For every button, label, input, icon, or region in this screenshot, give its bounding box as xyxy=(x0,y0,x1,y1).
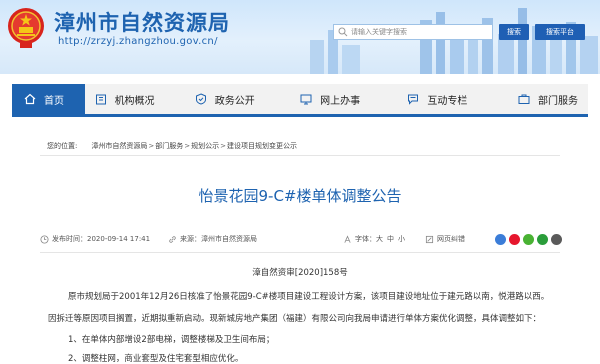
wechat-moments-share-icon[interactable] xyxy=(537,234,548,245)
font-size-small[interactable]: 小 xyxy=(398,234,405,244)
nav-label: 互动专栏 xyxy=(427,95,468,107)
breadcrumb-item[interactable]: 漳州市自然资源局 xyxy=(91,141,147,151)
share-bar xyxy=(492,234,562,245)
nav-item-interaction[interactable]: 互动专栏 xyxy=(397,84,508,114)
meta-divider xyxy=(40,252,560,253)
edit-icon xyxy=(425,235,434,243)
font-size-label: 字体： xyxy=(355,235,376,243)
link-icon xyxy=(169,235,176,243)
publish-time-value: 2020-09-14 17:41 xyxy=(87,235,151,243)
article-paragraph: 1、在单体内部增设2部电梯，调整楼梯及卫生间布局； xyxy=(68,335,275,345)
chat-icon xyxy=(408,94,419,105)
breadcrumb-divider xyxy=(40,155,560,156)
search-platform-button[interactable]: 搜索平台 xyxy=(535,24,585,40)
clock-icon xyxy=(40,234,49,244)
nav-container: 首页 机构概况 政务公开 网上办事 互动专栏 部门服务 xyxy=(0,74,600,128)
home-icon xyxy=(24,93,36,105)
web-correction-label: 网页纠错 xyxy=(437,235,465,243)
font-size-large[interactable]: 大 xyxy=(376,234,383,244)
source-value: 漳州市自然资源局 xyxy=(201,235,257,243)
site-title: 漳州市自然资源局 xyxy=(54,11,230,35)
article-paragraph: 原市规划局于2001年12月26日核准了怡景花园9-C#楼项目建设工程设计方案，… xyxy=(68,292,550,302)
article-paragraph: 2、调整柱网，商业套型及住宅套型相应优化。 xyxy=(68,354,244,364)
main-nav: 首页 机构概况 政务公开 网上办事 互动专栏 部门服务 xyxy=(12,84,588,117)
shield-icon xyxy=(195,93,206,105)
briefcase-icon xyxy=(518,94,530,104)
weibo-share-icon[interactable] xyxy=(509,234,520,245)
font-icon xyxy=(344,234,351,243)
breadcrumb-prefix: 您的位置: xyxy=(47,142,78,150)
breadcrumb-separator: > xyxy=(184,142,191,150)
site-header: 漳州市自然资源局 http://zrzyj.zhangzhou.gov.cn/ … xyxy=(0,0,600,74)
web-correction[interactable]: 网页纠错 xyxy=(425,234,465,244)
nav-item-home[interactable]: 首页 xyxy=(12,84,85,114)
nav-label: 首页 xyxy=(44,95,64,107)
search-icon xyxy=(338,27,348,37)
breadcrumb-item[interactable]: 规划公示 xyxy=(191,141,219,151)
source: 来源： 漳州市自然资源局 xyxy=(168,234,257,244)
breadcrumb-separator: > xyxy=(148,142,155,150)
article-meta: 发布时间： 2020-09-14 17:41 来源： 漳州市自然资源局 字体： … xyxy=(40,234,562,248)
font-size-medium[interactable]: 中 xyxy=(387,234,394,244)
nav-item-department-service[interactable]: 部门服务 xyxy=(508,84,588,114)
monitor-icon xyxy=(300,94,312,105)
qzone-share-icon[interactable] xyxy=(495,234,506,245)
nav-label: 部门服务 xyxy=(538,95,578,107)
nav-label: 网上办事 xyxy=(320,95,361,107)
font-size-control: 字体： 大 中 小 xyxy=(343,234,405,244)
publish-label: 发布时间： xyxy=(52,235,87,243)
breadcrumb-item[interactable]: 部门服务 xyxy=(155,141,183,151)
nav-item-open-affairs[interactable]: 政务公开 xyxy=(185,84,290,114)
document-number: 漳自然资审[2020]158号 xyxy=(252,268,348,278)
source-label: 来源： xyxy=(180,235,201,243)
building-icon xyxy=(95,94,106,105)
search-input[interactable] xyxy=(351,28,486,36)
breadcrumb: 您的位置: 漳州市自然资源局 > 部门服务 > 规划公示 > 建设项目规划变更公… xyxy=(47,141,297,151)
print-share-icon[interactable] xyxy=(551,234,562,245)
search-box xyxy=(333,24,493,40)
article-paragraph: 因拆迁等原因项目搁置，近期拟重新启动。现新城房地产集团（福建）有限公司向我局申请… xyxy=(48,314,542,324)
nav-item-org[interactable]: 机构概况 xyxy=(85,84,185,114)
breadcrumb-separator: > xyxy=(220,142,226,150)
publish-time: 发布时间： 2020-09-14 17:41 xyxy=(40,234,150,244)
article-title: 怡景花园9-C#楼单体调整公告 xyxy=(198,187,402,205)
nav-item-online-service[interactable]: 网上办事 xyxy=(290,84,397,114)
breadcrumb-item[interactable]: 建设项目规划变更公示 xyxy=(227,141,297,151)
site-url[interactable]: http://zrzyj.zhangzhou.gov.cn/ xyxy=(58,36,218,47)
national-emblem-logo xyxy=(8,8,44,48)
wechat-share-icon[interactable] xyxy=(523,234,534,245)
nav-label: 政务公开 xyxy=(214,95,255,107)
search-button[interactable]: 搜索 xyxy=(499,24,529,40)
nav-label: 机构概况 xyxy=(114,95,155,107)
